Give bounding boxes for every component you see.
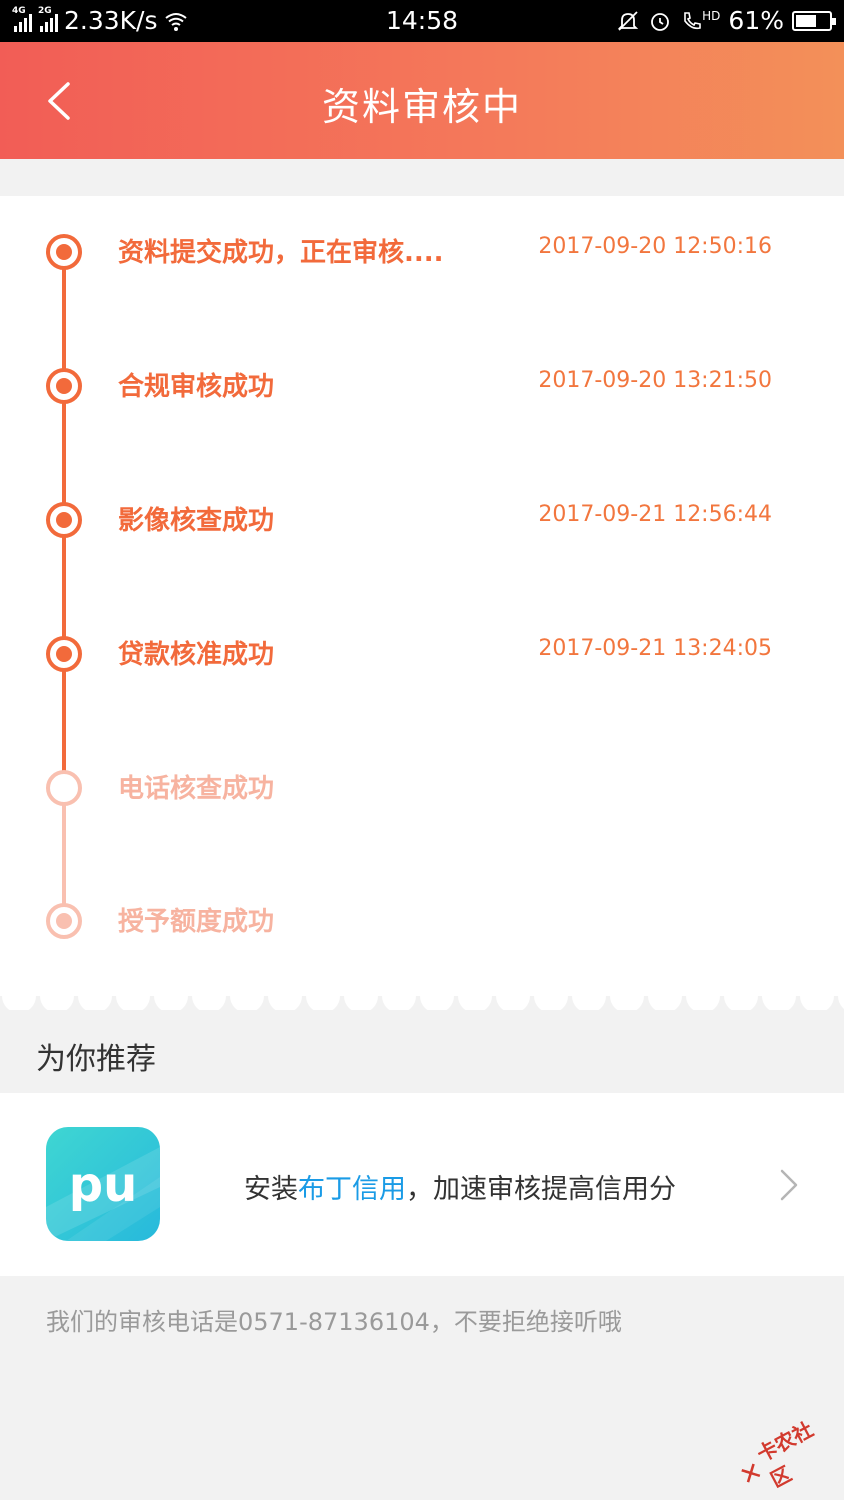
status-bar: 4G 2G 2.33K/s 14:58 HD 61% (0, 0, 844, 42)
step-time: 2017-09-21 13:24:05 (538, 636, 772, 661)
scallop-edge (0, 984, 844, 1010)
step-time: 2017-09-20 12:50:16 (538, 234, 772, 259)
recommend-prefix: 安装 (244, 1174, 298, 1205)
timeline-step: 电话核查成功 (0, 756, 844, 816)
recommend-app-name[interactable]: 布丁信用 (298, 1174, 406, 1205)
step-label: 授予额度成功 (118, 907, 275, 937)
status-right: HD 61% (616, 6, 836, 35)
step-done-dot-icon (46, 234, 82, 270)
timeline-step: 合规审核成功 2017-09-20 13:21:50 (0, 354, 844, 414)
step-done-dot-icon (46, 368, 82, 404)
step-pending-dot-icon (46, 903, 82, 939)
step-label: 电话核查成功 (118, 774, 275, 804)
alarm-icon (651, 12, 670, 31)
watermark-logo: ✕ 卡农社区 (728, 1406, 844, 1500)
recommend-title: 为你推荐 (36, 1042, 156, 1077)
phone-hd-icon (684, 11, 701, 29)
timeline-step: 影像核查成功 2017-09-21 12:56:44 (0, 488, 844, 548)
bell-muted-icon (617, 10, 639, 31)
recommend-card[interactable]: pu 安装布丁信用，加速审核提高信用分 (0, 1093, 844, 1276)
recommend-text[interactable]: 安装布丁信用，加速审核提高信用分 (244, 1167, 676, 1206)
header: 资料审核中 (0, 42, 844, 159)
battery-icon (792, 10, 836, 31)
timeline-step: 授予额度成功 (0, 889, 844, 949)
step-pending-dot-icon (46, 770, 82, 806)
step-time: 2017-09-21 12:56:44 (538, 502, 772, 527)
review-phone-note: 我们的审核电话是0571-87136104，不要拒绝接听哦 (46, 1308, 622, 1336)
step-label: 资料提交成功，正在审核.... (118, 238, 444, 268)
step-time: 2017-09-20 13:21:50 (538, 368, 772, 393)
pudding-credit-app-icon[interactable]: pu (46, 1127, 160, 1241)
step-done-dot-icon (46, 502, 82, 538)
timeline-step: 贷款核准成功 2017-09-21 13:24:05 (0, 622, 844, 682)
step-label: 影像核查成功 (118, 506, 275, 536)
hd-badge: HD (702, 8, 721, 23)
chevron-right-icon[interactable] (776, 1167, 802, 1203)
review-timeline: 资料提交成功，正在审核.... 2017-09-20 12:50:16 合规审核… (0, 196, 844, 996)
battery-percent: 61% (728, 6, 784, 35)
step-label: 贷款核准成功 (118, 640, 275, 670)
recommend-suffix: ，加速审核提高信用分 (406, 1174, 676, 1205)
app-icon-letters: pu (69, 1157, 138, 1213)
step-label: 合规审核成功 (118, 372, 275, 402)
step-done-dot-icon (46, 636, 82, 672)
timeline-step: 资料提交成功，正在审核.... 2017-09-20 12:50:16 (0, 220, 844, 280)
page-title: 资料审核中 (321, 85, 522, 129)
